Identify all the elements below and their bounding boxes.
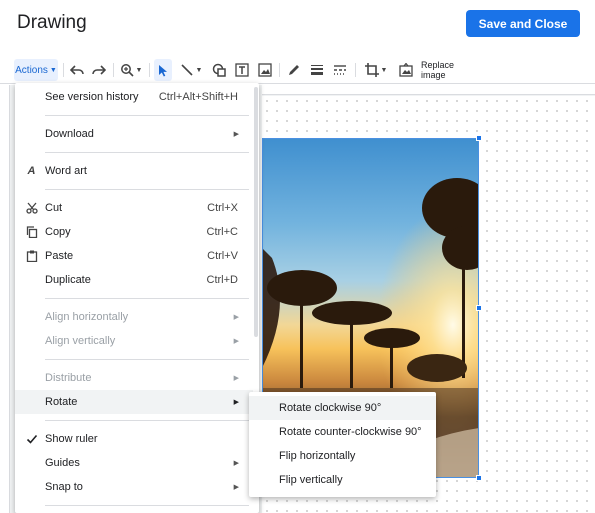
menu-divider [45,420,249,421]
select-cursor-icon[interactable] [154,59,172,81]
undo-icon[interactable] [68,59,86,81]
menu-item-guides[interactable]: Guides ▶ [15,451,259,475]
title-bar: Drawing Save and Close [0,0,595,52]
toolbar-divider [149,63,150,77]
page-title: Drawing [17,12,87,33]
menu-item-cut[interactable]: Cut Ctrl+X [15,196,259,220]
toolbar-divider [355,63,356,77]
toolbar: Actions ▼ ▼ ▼ ▼ Replace image [0,56,595,84]
actions-menu: See version history Ctrl+Alt+Shift+H Dow… [15,83,259,513]
resize-handle[interactable] [476,135,482,141]
submenu-arrow-icon: ▶ [233,375,239,382]
menu-item-align-horizontally[interactable]: Align horizontally ▶ [15,305,259,329]
menu-item-duplicate[interactable]: Duplicate Ctrl+D [15,268,259,292]
submenu-arrow-icon: ▶ [233,460,239,467]
replace-image-button[interactable]: Replace image [421,59,481,81]
menu-item-show-ruler[interactable]: Show ruler [15,427,259,451]
menu-divider [45,505,249,506]
submenu-arrow-icon: ▶ [233,131,239,138]
pen-icon[interactable] [285,59,303,81]
menu-item-rotate[interactable]: Rotate ▶ [15,390,259,414]
menu-divider [45,189,249,190]
resize-handle[interactable] [476,475,482,481]
submenu-arrow-icon: ▶ [233,399,239,406]
vertical-ruler [0,85,10,513]
submenu-item-flip-horizontally[interactable]: Flip horizontally [249,444,436,468]
menu-item-copy[interactable]: Copy Ctrl+C [15,220,259,244]
submenu-item-flip-vertically[interactable]: Flip vertically [249,468,436,492]
submenu-item-rotate-clockwise[interactable]: Rotate clockwise 90° [249,396,436,420]
submenu-arrow-icon: ▶ [233,484,239,491]
submenu-arrow-icon: ▶ [233,314,239,321]
menu-item-see-version-history[interactable]: See version history Ctrl+Alt+Shift+H [15,85,259,109]
word-art-icon: A [27,165,36,177]
clipboard-icon [25,250,38,263]
resize-handle[interactable] [476,305,482,311]
menu-divider [45,359,249,360]
submenu-item-rotate-counter-clockwise[interactable]: Rotate counter-clockwise 90° [249,420,436,444]
chevron-down-icon: ▼ [135,66,143,74]
submenu-arrow-icon: ▶ [233,338,239,345]
chevron-down-icon: ▼ [380,66,388,74]
checkmark-icon [25,433,38,446]
menu-item-align-vertically[interactable]: Align vertically ▶ [15,329,259,353]
shape-icon[interactable] [210,59,228,81]
menu-item-distribute[interactable]: Distribute ▶ [15,366,259,390]
rotate-submenu: Rotate clockwise 90° Rotate counter-cloc… [249,392,436,497]
line-dash-icon[interactable] [331,59,349,81]
scissors-icon [25,202,38,215]
line-tool-icon[interactable]: ▼ [176,59,206,81]
replace-image-icon[interactable] [397,59,415,81]
menu-item-word-art[interactable]: A Word art [15,159,259,183]
chevron-down-icon: ▼ [195,66,203,74]
toolbar-divider [113,63,114,77]
copy-icon [25,226,38,239]
actions-menu-button[interactable]: Actions ▼ [14,59,58,81]
menu-item-download[interactable]: Download ▶ [15,122,259,146]
horizontal-ruler [262,85,595,95]
redo-icon[interactable] [90,59,108,81]
actions-label: Actions [15,64,48,76]
toolbar-divider [279,63,280,77]
zoom-icon[interactable]: ▼ [118,59,144,81]
image-icon[interactable] [256,59,274,81]
crop-icon[interactable]: ▼ [361,59,391,81]
line-weight-icon[interactable] [308,59,326,81]
menu-item-snap-to[interactable]: Snap to ▶ [15,475,259,499]
menu-item-paste[interactable]: Paste Ctrl+V [15,244,259,268]
menu-divider [45,152,249,153]
save-and-close-button[interactable]: Save and Close [466,10,580,37]
menu-divider [45,115,249,116]
menu-divider [45,298,249,299]
toolbar-divider [63,63,64,77]
scrollbar-thumb[interactable] [254,87,258,337]
chevron-down-icon: ▼ [49,66,57,74]
text-box-icon[interactable] [233,59,251,81]
